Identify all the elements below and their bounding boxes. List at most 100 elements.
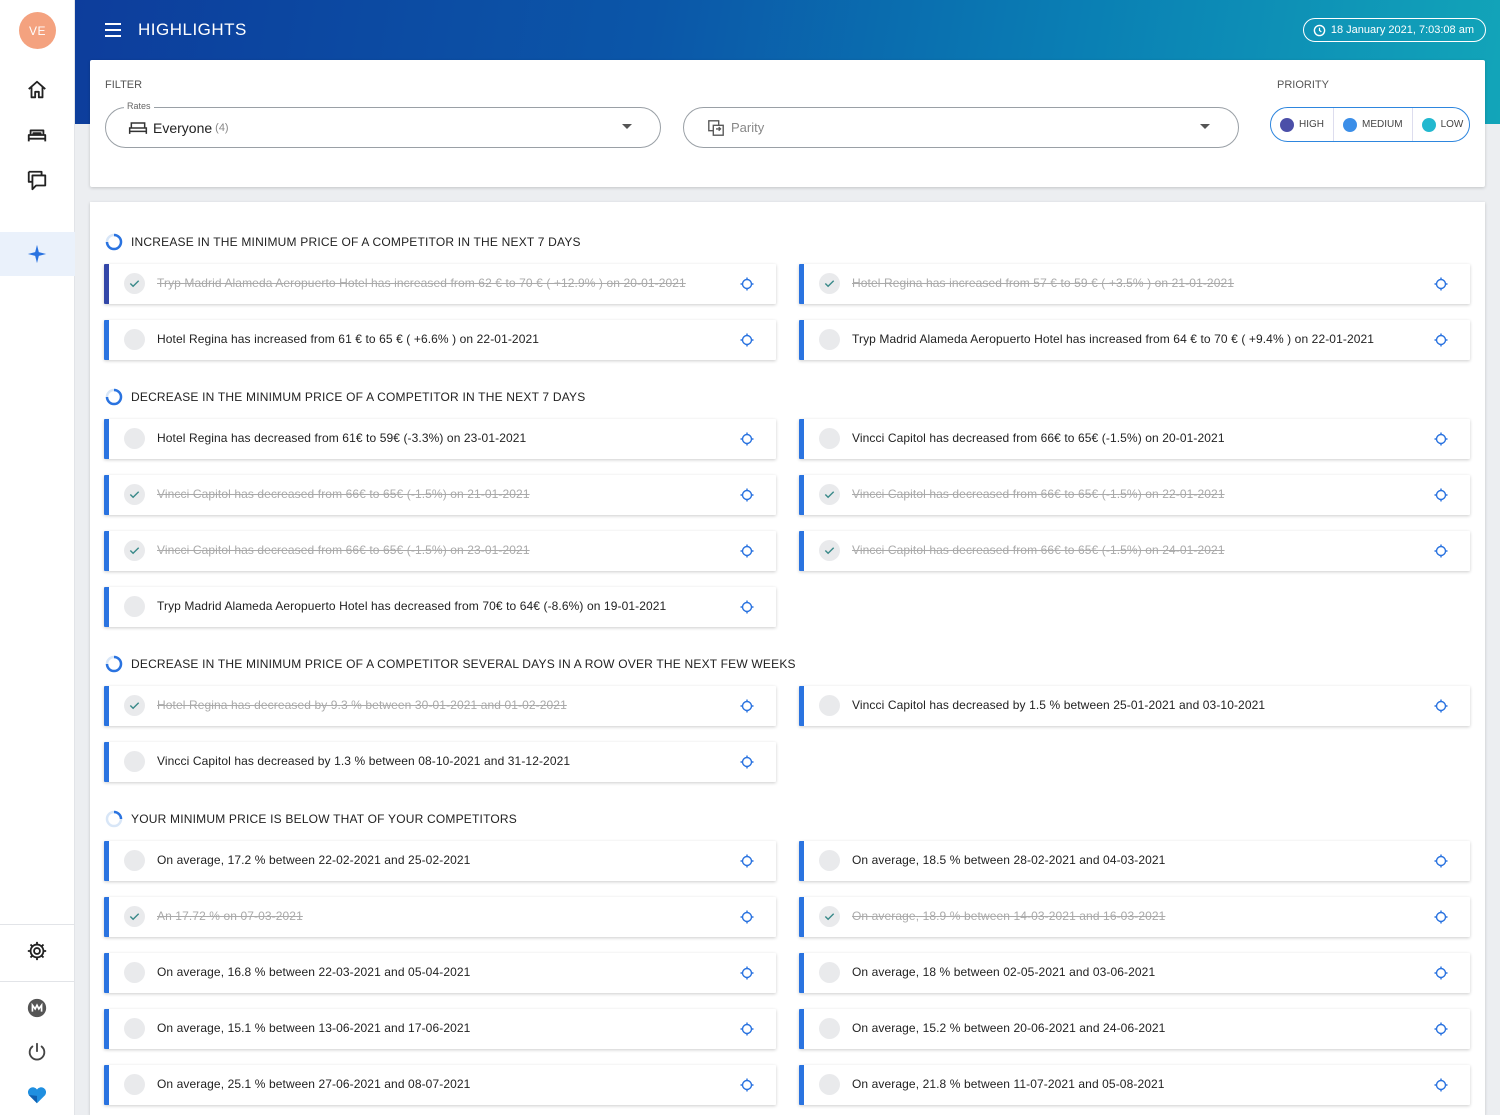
- check-circle[interactable]: [819, 962, 840, 983]
- target-icon[interactable]: [1434, 333, 1448, 347]
- highlight-item[interactable]: Vincci Capitol has decreased from 66€ to…: [799, 531, 1470, 571]
- check-circle[interactable]: [124, 1074, 145, 1095]
- highlight-item[interactable]: On average, 18.5 % between 28-02-2021 an…: [799, 841, 1470, 881]
- target-icon[interactable]: [1434, 854, 1448, 868]
- highlight-text: On average, 21.8 % between 11-07-2021 an…: [852, 1077, 1165, 1091]
- chat-icon[interactable]: [24, 167, 50, 193]
- target-icon[interactable]: [740, 600, 754, 614]
- gear-icon[interactable]: [24, 938, 50, 964]
- check-circle[interactable]: [819, 1018, 840, 1039]
- priority-low-button[interactable]: LOW: [1413, 108, 1469, 141]
- priority-medium-button[interactable]: MEDIUM: [1334, 108, 1413, 141]
- target-icon[interactable]: [1434, 432, 1448, 446]
- target-icon[interactable]: [740, 333, 754, 347]
- section-title-text: YOUR MINIMUM PRICE IS BELOW THAT OF YOUR…: [131, 812, 517, 826]
- highlight-text: On average, 17.2 % between 22-02-2021 an…: [157, 853, 471, 867]
- sparkle-icon[interactable]: [24, 241, 50, 267]
- target-icon[interactable]: [1434, 966, 1448, 980]
- target-icon[interactable]: [740, 1022, 754, 1036]
- check-circle[interactable]: [124, 962, 145, 983]
- check-circle[interactable]: [819, 850, 840, 871]
- target-icon[interactable]: [1434, 277, 1448, 291]
- parity-select[interactable]: Parity: [683, 107, 1239, 148]
- highlight-item[interactable]: On average, 18 % between 02-05-2021 and …: [799, 953, 1470, 993]
- rates-select[interactable]: Rates Everyone (4): [105, 101, 661, 148]
- check-circle[interactable]: [819, 329, 840, 350]
- section-title: DECREASE IN THE MINIMUM PRICE OF A COMPE…: [105, 655, 796, 673]
- check-circle[interactable]: [124, 596, 145, 617]
- check-icon[interactable]: [124, 695, 145, 716]
- check-icon[interactable]: [124, 906, 145, 927]
- highlight-item[interactable]: Tryp Madrid Alameda Aeropuerto Hotel has…: [799, 320, 1470, 360]
- target-icon[interactable]: [740, 432, 754, 446]
- highlight-item[interactable]: Hotel Regina has decreased by 9.3 % betw…: [104, 686, 776, 726]
- check-circle[interactable]: [124, 850, 145, 871]
- heart-logo-icon: [24, 1082, 50, 1108]
- highlight-item[interactable]: Hotel Regina has decreased from 61€ to 5…: [104, 419, 776, 459]
- check-icon[interactable]: [124, 273, 145, 294]
- check-circle[interactable]: [124, 751, 145, 772]
- highlight-item[interactable]: On average, 18.9 % between 14-03-2021 an…: [799, 897, 1470, 937]
- check-icon[interactable]: [124, 540, 145, 561]
- datetime-text: 18 January 2021, 7:03:08 am: [1330, 24, 1474, 36]
- highlight-item[interactable]: Vincci Capitol has decreased by 1.5 % be…: [799, 686, 1470, 726]
- target-icon[interactable]: [740, 755, 754, 769]
- highlight-item[interactable]: On average, 21.8 % between 11-07-2021 an…: [799, 1065, 1470, 1105]
- target-icon[interactable]: [740, 699, 754, 713]
- check-icon[interactable]: [819, 273, 840, 294]
- highlight-item[interactable]: An 17.72 % on 07-03-2021: [104, 897, 776, 937]
- check-circle[interactable]: [124, 1018, 145, 1039]
- highlight-item[interactable]: On average, 25.1 % between 27-06-2021 an…: [104, 1065, 776, 1105]
- check-circle[interactable]: [819, 428, 840, 449]
- target-icon[interactable]: [1434, 488, 1448, 502]
- highlight-item[interactable]: Vincci Capitol has decreased from 66€ to…: [104, 475, 776, 515]
- target-icon[interactable]: [1434, 699, 1448, 713]
- highlight-item[interactable]: Hotel Regina has increased from 61 € to …: [104, 320, 776, 360]
- check-circle[interactable]: [819, 695, 840, 716]
- highlight-text: Vincci Capitol has decreased from 66€ to…: [852, 487, 1225, 501]
- home-icon[interactable]: [24, 77, 50, 103]
- highlight-item[interactable]: Tryp Madrid Alameda Aeropuerto Hotel has…: [104, 264, 776, 304]
- target-icon[interactable]: [740, 966, 754, 980]
- target-icon[interactable]: [740, 277, 754, 291]
- target-icon[interactable]: [740, 854, 754, 868]
- highlight-text: An 17.72 % on 07-03-2021: [157, 909, 303, 923]
- check-circle[interactable]: [124, 428, 145, 449]
- check-circle[interactable]: [124, 329, 145, 350]
- target-icon[interactable]: [740, 488, 754, 502]
- highlight-item[interactable]: On average, 17.2 % between 22-02-2021 an…: [104, 841, 776, 881]
- highlight-item[interactable]: Hotel Regina has increased from 57 € to …: [799, 264, 1470, 304]
- highlight-text: Vincci Capitol has decreased from 66€ to…: [157, 543, 530, 557]
- target-icon[interactable]: [1434, 910, 1448, 924]
- priority-low-label: LOW: [1440, 119, 1464, 130]
- highlight-item[interactable]: Vincci Capitol has decreased from 66€ to…: [104, 531, 776, 571]
- check-icon[interactable]: [819, 540, 840, 561]
- highlight-item[interactable]: On average, 16.8 % between 22-03-2021 an…: [104, 953, 776, 993]
- priority-high-button[interactable]: HIGH: [1271, 108, 1334, 141]
- avatar[interactable]: VE: [19, 12, 56, 49]
- highlight-item[interactable]: Vincci Capitol has decreased from 66€ to…: [799, 475, 1470, 515]
- highlight-item[interactable]: Vincci Capitol has decreased from 66€ to…: [799, 419, 1470, 459]
- target-icon[interactable]: [740, 910, 754, 924]
- power-icon[interactable]: [24, 1039, 50, 1065]
- target-icon[interactable]: [1434, 1078, 1448, 1092]
- highlight-item[interactable]: On average, 15.2 % between 20-06-2021 an…: [799, 1009, 1470, 1049]
- m-logo-icon[interactable]: [24, 995, 50, 1021]
- target-icon[interactable]: [1434, 1022, 1448, 1036]
- highlight-item[interactable]: Tryp Madrid Alameda Aeropuerto Hotel has…: [104, 587, 776, 627]
- target-icon[interactable]: [740, 1078, 754, 1092]
- menu-icon[interactable]: [103, 20, 123, 40]
- highlight-text: Hotel Regina has decreased from 61€ to 5…: [157, 431, 527, 445]
- target-icon[interactable]: [1434, 544, 1448, 558]
- highlight-item[interactable]: On average, 15.1 % between 13-06-2021 an…: [104, 1009, 776, 1049]
- target-icon[interactable]: [740, 544, 754, 558]
- check-icon[interactable]: [819, 906, 840, 927]
- highlights-list-card: INCREASE IN THE MINIMUM PRICE OF A COMPE…: [90, 202, 1485, 1115]
- check-icon[interactable]: [819, 484, 840, 505]
- check-icon[interactable]: [124, 484, 145, 505]
- highlight-item[interactable]: Vincci Capitol has decreased by 1.3 % be…: [104, 742, 776, 782]
- bed-icon[interactable]: [24, 122, 50, 148]
- highlight-text: On average, 15.2 % between 20-06-2021 an…: [852, 1021, 1166, 1035]
- highlight-text: Tryp Madrid Alameda Aeropuerto Hotel has…: [157, 599, 667, 613]
- check-circle[interactable]: [819, 1074, 840, 1095]
